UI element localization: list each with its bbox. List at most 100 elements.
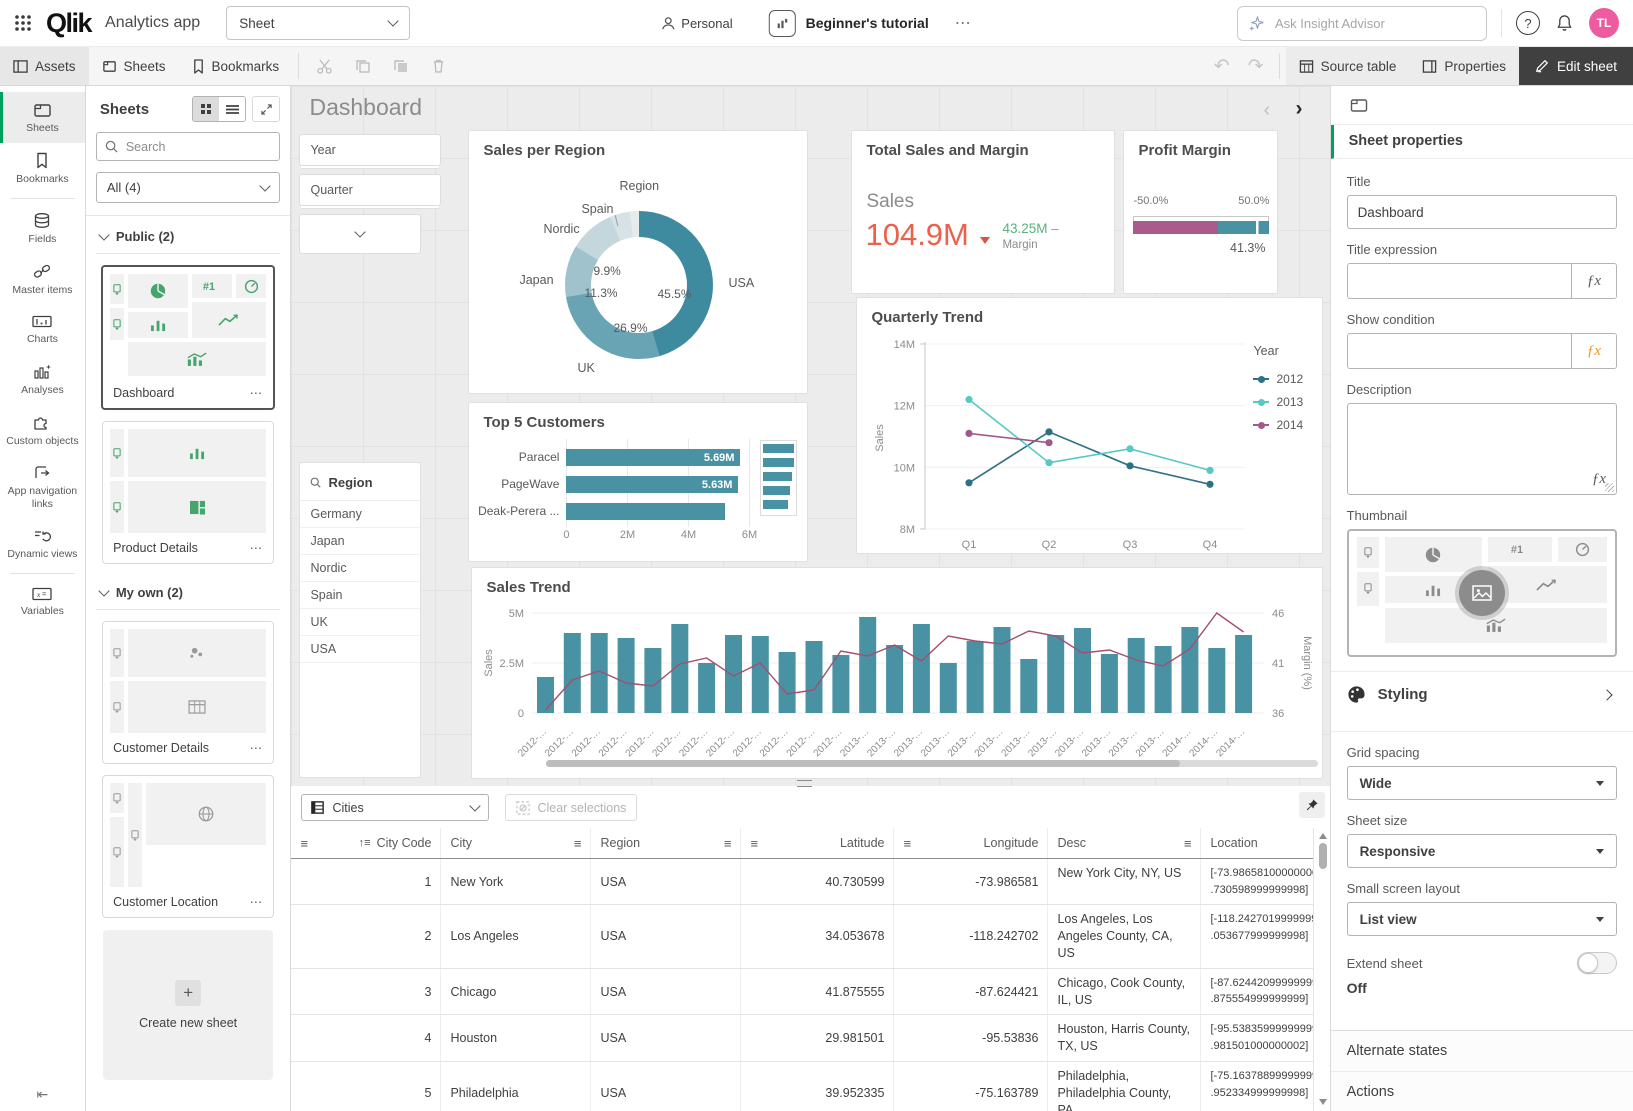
resize-grip[interactable] (1605, 483, 1614, 492)
insight-advisor-input[interactable] (1273, 15, 1437, 32)
filter-value-uk[interactable]: UK (300, 609, 420, 636)
app-menu-button[interactable]: ⋯ (955, 13, 973, 33)
small-screen-layout-select[interactable]: List view (1347, 902, 1617, 936)
change-thumbnail-button[interactable] (1459, 570, 1505, 616)
rail-item-charts[interactable]: Charts (0, 305, 85, 354)
table-row[interactable]: 3ChicagoUSA41.875555-87.624421Chicago, C… (291, 969, 1329, 1016)
column-header[interactable]: Location (1210, 834, 1257, 853)
column-menu-icon[interactable]: ≡ (1184, 837, 1192, 850)
profit-margin-gauge[interactable]: Profit Margin -50.0% 50.0% 41.3% (1123, 130, 1278, 294)
column-menu-icon[interactable]: ≡ (750, 837, 758, 850)
split-drag-handle[interactable] (797, 780, 812, 787)
title-expression-input[interactable] (1348, 264, 1571, 298)
grid-spacing-select[interactable]: Wide (1347, 766, 1617, 800)
sheet-card-dashboard[interactable]: #1 Dashboard ⋯ (101, 265, 275, 410)
table-row[interactable]: 4HoustonUSA29.981501-95.53836Houston, Ha… (291, 1015, 1329, 1062)
create-new-sheet-button[interactable]: + Create new sheet (103, 930, 273, 1080)
undo-button[interactable]: ↶ (1205, 47, 1239, 85)
quarter-filterpane[interactable]: Quarter (299, 174, 441, 206)
sales-per-region-chart[interactable]: Sales per Region Region Spain Nordic Jap… (468, 130, 808, 394)
avatar[interactable]: TL (1589, 8, 1619, 38)
bar[interactable] (566, 503, 725, 520)
filter-value-japan[interactable]: Japan (300, 528, 420, 555)
scroll-down-icon[interactable] (1319, 1099, 1327, 1105)
personal-space[interactable]: Personal (660, 16, 732, 31)
rail-item-fields[interactable]: Fields (0, 203, 85, 254)
redo-button[interactable]: ↷ (1239, 47, 1273, 85)
grid-view-button[interactable] (193, 97, 219, 121)
styling-section[interactable]: Styling (1347, 672, 1617, 717)
sheet-card-customer-details[interactable]: Customer Details ⋯ (102, 621, 274, 764)
rail-item-sheets[interactable]: Sheets (0, 92, 85, 143)
section-public[interactable]: Public (2) (86, 216, 291, 253)
app-launcher-icon[interactable] (14, 14, 32, 32)
sheets-filter-dropdown[interactable]: All (4) (96, 172, 281, 203)
insight-advisor-search[interactable] (1237, 6, 1487, 41)
sheet-title-input[interactable] (1347, 195, 1617, 229)
app-icon[interactable] (769, 10, 796, 37)
bar[interactable]: 5.63M (566, 476, 738, 493)
table-row[interactable]: 2Los AngelesUSA34.053678-118.242702Los A… (291, 905, 1329, 969)
filter-value-usa[interactable]: USA (300, 636, 420, 663)
sheet-card-menu[interactable]: ⋯ (250, 540, 264, 555)
help-icon[interactable]: ? (1516, 11, 1540, 35)
chart-horizontal-scrollbar[interactable] (546, 760, 1318, 767)
column-menu-icon[interactable]: ≡ (300, 837, 308, 850)
region-filterpane[interactable]: Region Germany Japan Nordic Spain UK USA (299, 462, 421, 778)
year-filterpane[interactable]: Year (299, 134, 441, 166)
copy-button[interactable] (344, 47, 382, 85)
next-sheet-button[interactable]: › (1295, 97, 1302, 121)
sheets-search[interactable] (96, 132, 281, 161)
bar[interactable]: 5.69M (566, 449, 740, 466)
column-header[interactable]: Region (600, 836, 640, 850)
filter-value-spain[interactable]: Spain (300, 582, 420, 609)
bookmarks-tab[interactable]: Bookmarks (179, 47, 293, 85)
collapse-rail-button[interactable]: ⇤ (0, 1086, 85, 1103)
table-row[interactable]: 1New YorkUSA40.730599-73.986581New York … (291, 859, 1329, 905)
table-scrollbar[interactable] (1313, 828, 1329, 1111)
sheet-card-menu[interactable]: ⋯ (250, 385, 264, 400)
sheets-search-input[interactable] (124, 139, 258, 155)
legend-item-2012[interactable]: 2012 (1253, 372, 1303, 386)
rail-item-dynamic-views[interactable]: Dynamic views (0, 519, 85, 569)
rail-item-analyses[interactable]: Analyses (0, 354, 85, 405)
legend-item-2014[interactable]: 2014 (1253, 418, 1303, 432)
previous-sheet-button[interactable]: ‹ (1263, 99, 1270, 122)
column-header[interactable]: City (450, 836, 472, 850)
pin-button[interactable] (1299, 792, 1325, 818)
rail-item-master-items[interactable]: Master items (0, 254, 85, 305)
expand-panel-button[interactable] (252, 96, 280, 122)
expression-editor-button[interactable]: ƒx (1592, 471, 1606, 488)
notifications-icon[interactable] (1556, 14, 1573, 32)
column-header[interactable]: Longitude (984, 836, 1039, 850)
scrollbar-thumb[interactable] (546, 760, 1179, 767)
filter-value-nordic[interactable]: Nordic (300, 555, 420, 582)
source-table-button[interactable]: Source table (1286, 47, 1410, 85)
column-menu-icon[interactable]: ≡ (724, 837, 732, 850)
list-view-button[interactable] (219, 97, 245, 121)
extend-sheet-toggle[interactable] (1577, 952, 1617, 974)
alternate-states-section[interactable]: Alternate states (1331, 1031, 1633, 1072)
expression-editor-button[interactable]: ƒx (1571, 334, 1616, 368)
actions-section[interactable]: Actions (1331, 1072, 1633, 1111)
rail-item-variables[interactable]: x= Variables (0, 578, 85, 626)
column-header[interactable]: City Code (377, 836, 432, 850)
scroll-up-icon[interactable] (1319, 833, 1327, 839)
chart-scroll-preview[interactable] (760, 440, 797, 516)
total-sales-margin-kpi[interactable]: Total Sales and Margin Sales 104.9M 43.2… (851, 130, 1115, 294)
sheet-card-menu[interactable]: ⋯ (250, 894, 264, 909)
sheet-card-product-details[interactable]: Product Details ⋯ (102, 421, 274, 564)
sheet-type-dropdown[interactable]: Sheet (226, 6, 410, 40)
thumbnail-preview[interactable]: #1 (1347, 529, 1617, 657)
assets-tab[interactable]: Assets (0, 47, 89, 85)
filter-value-germany[interactable]: Germany (300, 501, 420, 528)
delete-button[interactable] (420, 47, 457, 85)
legend-item-2013[interactable]: 2013 (1253, 395, 1303, 409)
sales-trend-chart[interactable]: Sales Trend 02.5M5M364146SalesMargin (%)… (471, 567, 1323, 779)
app-name[interactable]: Beginner's tutorial (806, 15, 929, 31)
properties-button[interactable]: Properties (1409, 47, 1519, 85)
donut-chart[interactable] (565, 211, 713, 359)
cities-dropdown[interactable]: Cities (301, 794, 489, 821)
column-header[interactable]: Latitude (840, 836, 884, 850)
column-header[interactable]: Desc (1057, 835, 1085, 852)
